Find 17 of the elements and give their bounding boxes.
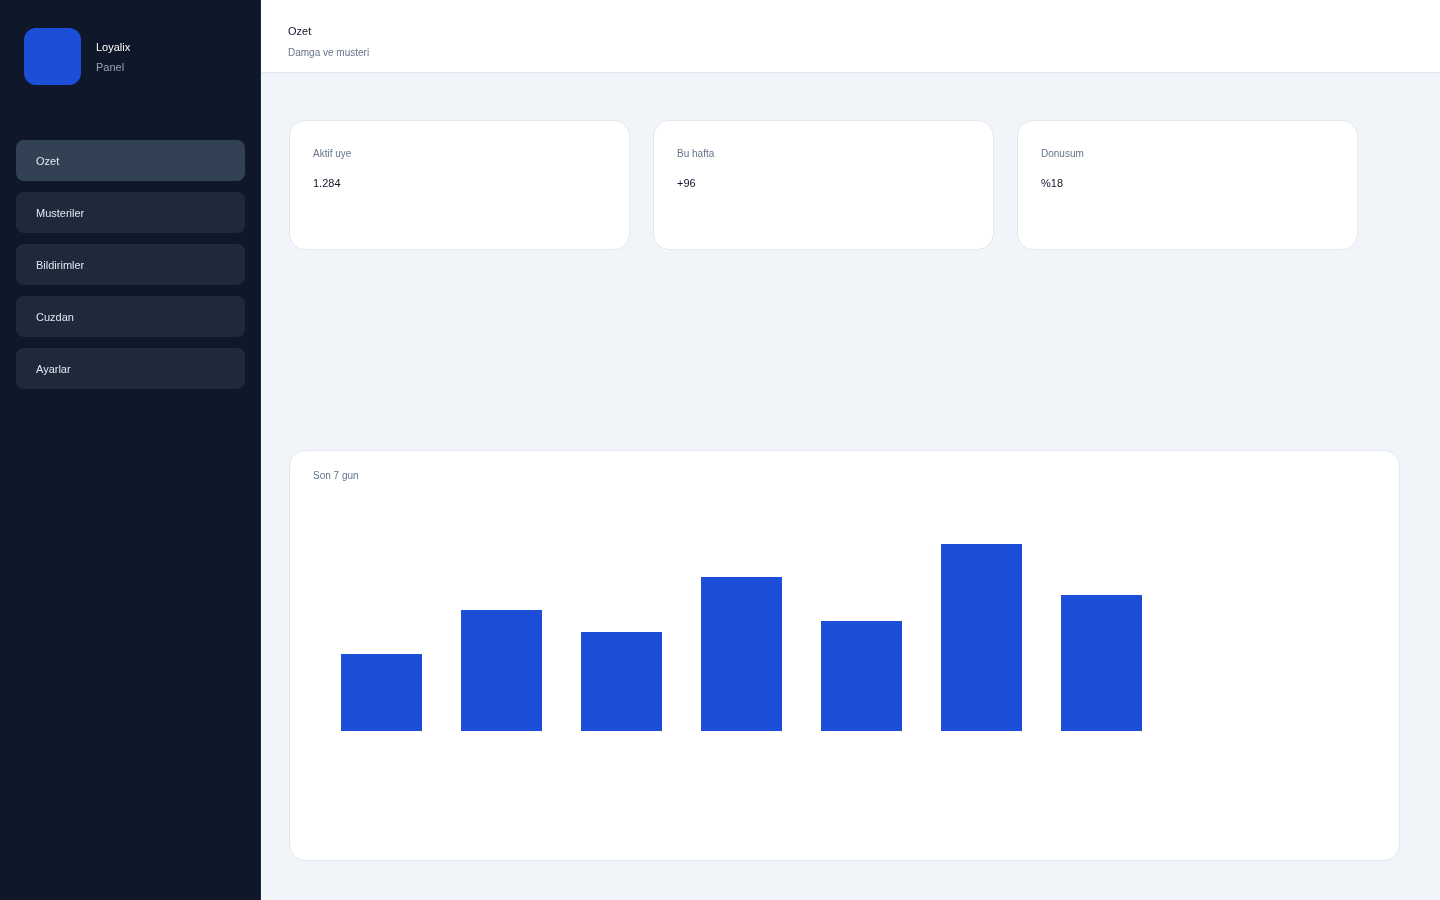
stat-label: Donusum: [1041, 148, 1085, 159]
page-subtitle: Damga ve musteri: [288, 47, 371, 58]
sidebar-item[interactable]: Bildirimler: [16, 244, 245, 285]
sidebar-item[interactable]: Cuzdan: [16, 296, 245, 337]
stat-label: Bu hafta: [677, 148, 716, 159]
page-title: Ozet: [288, 25, 313, 37]
stat-value: +96: [677, 177, 697, 189]
stat-value: 1.284: [313, 177, 342, 189]
sidebar-item[interactable]: Musteriler: [16, 192, 245, 233]
stat-label: Aktif uye: [313, 148, 353, 159]
chart-title: Son 7 gun: [313, 470, 360, 481]
stat-value: %18: [1041, 177, 1065, 189]
brand-subtitle: Panel: [96, 60, 126, 73]
sidebar-item[interactable]: Ozet: [16, 140, 245, 181]
sidebar-item[interactable]: Ayarlar: [16, 348, 245, 389]
logo-square: [24, 28, 81, 85]
brand-name: Loyalix: [96, 40, 131, 53]
